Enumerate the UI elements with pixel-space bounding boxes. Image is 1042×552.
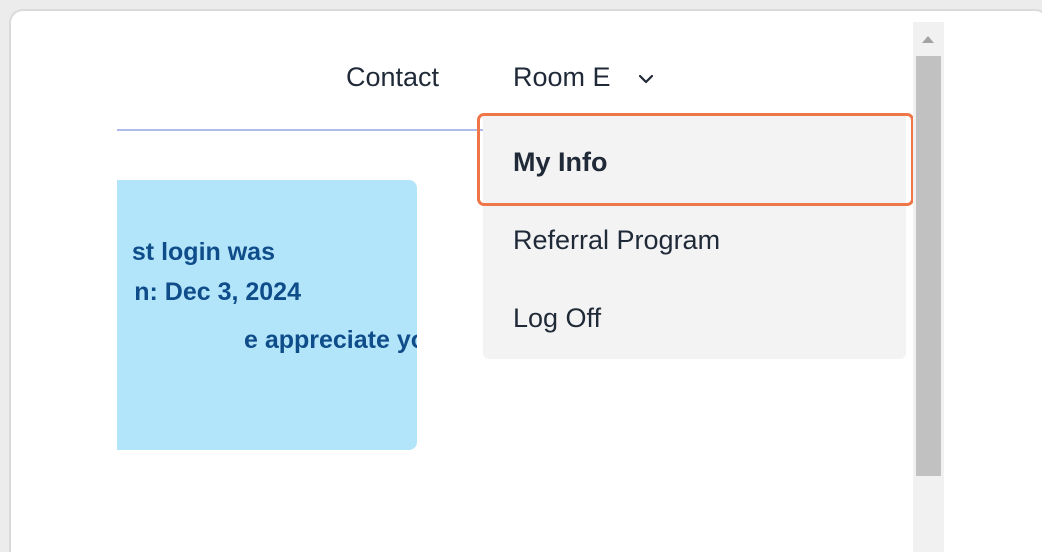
alert-text-line: st login was <box>131 238 275 266</box>
nav-contact-link[interactable]: Contact <box>346 59 439 95</box>
account-menu-label: Room E <box>513 62 611 92</box>
browser-viewport: Contact Room E st login was n: Dec 3, 20… <box>117 22 913 552</box>
screenshot-frame: Contact Room E st login was n: Dec 3, 20… <box>0 0 1042 552</box>
dropdown-item-log-off[interactable]: Log Off <box>513 300 601 336</box>
account-menu-toggle[interactable]: Room E <box>513 59 654 95</box>
alert-text-line: e appreciate your <box>243 326 417 354</box>
scroll-up-arrow-icon[interactable] <box>922 36 934 43</box>
vertical-scrollbar[interactable] <box>913 22 944 552</box>
scrollbar-thumb[interactable] <box>916 56 941 476</box>
nav-underline <box>117 129 497 131</box>
alert-text-line: n: Dec 3, 2024 <box>134 278 301 306</box>
last-login-alert: st login was n: Dec 3, 2024 e appreciate… <box>117 180 417 450</box>
step-highlight-box <box>477 113 914 206</box>
chevron-down-icon <box>638 74 654 83</box>
dropdown-item-referral-program[interactable]: Referral Program <box>513 222 720 258</box>
